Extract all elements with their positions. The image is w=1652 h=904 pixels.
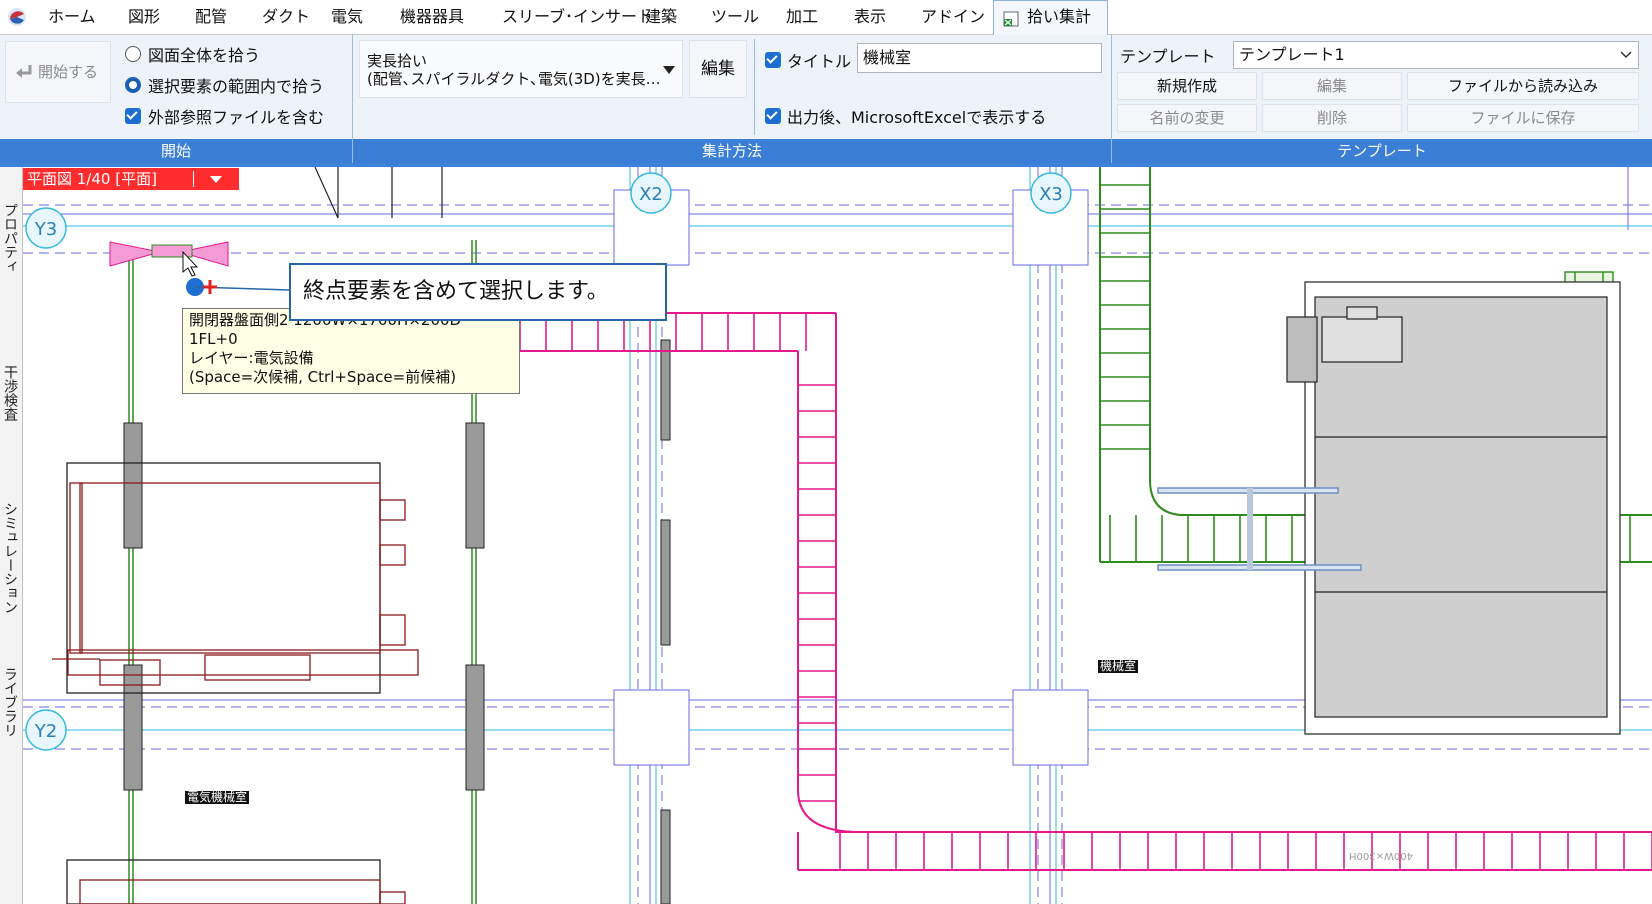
drawing-canvas[interactable]: X2 X3 Y3 Y2 400W×300H 機械室 電気機械室 [23, 167, 1652, 904]
side-tab-properties[interactable]: プロパティ [2, 203, 20, 273]
start-button[interactable]: 開始する [5, 41, 111, 103]
side-tab-interference[interactable]: 干渉検査 [2, 365, 20, 421]
tab-quantity-takeoff-label: 拾い集計 [1027, 7, 1092, 26]
grid-bubble-x2: X2 [639, 184, 663, 205]
grid-bubble-x3: X3 [1039, 184, 1063, 205]
group-label-template: テンプレート [1112, 139, 1652, 163]
menu-architecture[interactable]: 建築 [645, 6, 677, 28]
app-logo-icon[interactable] [6, 6, 28, 28]
ribbon-group-template: テンプレート テンプレート1 新規作成 編集 ファイルから読み込み 名前の変更 … [1112, 35, 1652, 163]
menu-home[interactable]: ホーム [48, 6, 96, 28]
selected-element [109, 241, 291, 296]
radio-whole-drawing-label: 図面全体を拾う [148, 46, 261, 65]
checkbox-include-xref[interactable] [125, 108, 141, 124]
instruction-callout: 終点要素を含めて選択します。 [289, 263, 667, 321]
chevron-down-icon [1620, 51, 1632, 59]
template-select[interactable]: テンプレート1 [1233, 41, 1639, 69]
checkbox-include-xref-label: 外部参照ファイルを含む [148, 108, 325, 127]
ribbon: 開始する 図面全体を拾う 選択要素の範囲内で拾う 外部参照ファイルを含む 開始 … [0, 35, 1652, 167]
checkbox-show-excel[interactable] [765, 108, 781, 124]
view-label-text: 平面図 1/40 [平面] [27, 170, 157, 188]
side-panel-tabs: プロパティ 干渉検査 シミュレーション ライブラリ [0, 167, 23, 904]
chevron-down-icon [663, 66, 675, 74]
radio-whole-drawing[interactable] [125, 46, 141, 62]
checkbox-title[interactable] [765, 52, 781, 68]
template-edit-button[interactable]: 編集 [1262, 72, 1402, 100]
title-input[interactable]: 機械室 [857, 43, 1102, 73]
checkbox-show-excel-label: 出力後、MicrosoftExcelで表示する [787, 108, 1047, 127]
tab-quantity-takeoff[interactable]: 拾い集計 [993, 0, 1108, 35]
ribbon-separator [754, 39, 755, 135]
room-tag-electric-machine: 電気機械室 [185, 790, 250, 804]
start-button-label: 開始する [38, 63, 99, 81]
tooltip-line-hint: (Space=次候補, Ctrl+Space=前候補) [189, 368, 457, 386]
tooltip-line-level: 1FL+0 [189, 330, 238, 348]
group-label-start: 開始 [0, 139, 352, 163]
template-save-button[interactable]: ファイルに保存 [1407, 104, 1639, 132]
menu-sleeve-insert[interactable]: スリーブ･インサート [502, 6, 653, 28]
menu-bar: ホーム 図形 配管 ダクト 電気 機器器具 スリーブ･インサート 建築 ツール … [0, 0, 1652, 35]
start-arrow-icon [16, 65, 32, 78]
template-label: テンプレート [1120, 47, 1216, 66]
menu-shapes[interactable]: 図形 [128, 6, 160, 28]
chevron-down-icon[interactable] [209, 175, 223, 184]
room-tag-machine: 機械室 [1098, 659, 1139, 673]
method-dropdown-line1: 実長拾い [367, 52, 428, 70]
template-rename-button[interactable]: 名前の変更 [1117, 104, 1257, 132]
excel-sheet-icon [1003, 11, 1019, 27]
menu-equipment[interactable]: 機器器具 [400, 6, 464, 28]
checkbox-title-label: タイトル [787, 52, 852, 71]
grid-bubble-y2: Y2 [34, 721, 57, 742]
method-dropdown-line2: (配管､スパイラルダクト､電気(3D)を実長… [367, 70, 661, 88]
template-load-button[interactable]: ファイルから読み込み [1407, 72, 1639, 100]
template-delete-button[interactable]: 削除 [1262, 104, 1402, 132]
radio-selection-range-label: 選択要素の範囲内で拾う [148, 77, 325, 96]
ribbon-group-method: 実長拾い (配管､スパイラルダクト､電気(3D)を実長… 編集 タイトル 機械室… [353, 35, 1112, 163]
radio-selection-range[interactable] [125, 77, 141, 93]
menu-view[interactable]: 表示 [854, 6, 886, 28]
side-tab-simulation[interactable]: シミュレーション [2, 502, 20, 614]
grid-bubble-y3: Y3 [34, 219, 57, 240]
menu-addin[interactable]: アドイン [921, 6, 985, 28]
template-select-value: テンプレート1 [1239, 45, 1345, 64]
floor-plan-drawing[interactable]: X2 X3 Y3 Y2 400W×300H [23, 167, 1652, 904]
view-label[interactable]: 平面図 1/40 [平面] [23, 168, 239, 190]
view-label-divider [193, 171, 194, 187]
ribbon-group-start: 開始する 図面全体を拾う 選択要素の範囲内で拾う 外部参照ファイルを含む 開始 [0, 35, 353, 163]
menu-duct[interactable]: ダクト [262, 6, 310, 28]
side-tab-library[interactable]: ライブラリ [2, 667, 20, 737]
menu-tools[interactable]: ツール [711, 6, 759, 28]
menu-piping[interactable]: 配管 [195, 6, 227, 28]
method-edit-button[interactable]: 編集 [689, 40, 747, 98]
group-label-method: 集計方法 [353, 139, 1111, 163]
duct-size-note: 400W×300H [1349, 850, 1413, 861]
menu-electric[interactable]: 電気 [331, 6, 363, 28]
tooltip-line-layer: レイヤー:電気設備 [189, 349, 314, 367]
menu-processing[interactable]: 加工 [786, 6, 818, 28]
method-dropdown[interactable]: 実長拾い (配管､スパイラルダクト､電気(3D)を実長… [359, 40, 683, 98]
template-new-button[interactable]: 新規作成 [1117, 72, 1257, 100]
